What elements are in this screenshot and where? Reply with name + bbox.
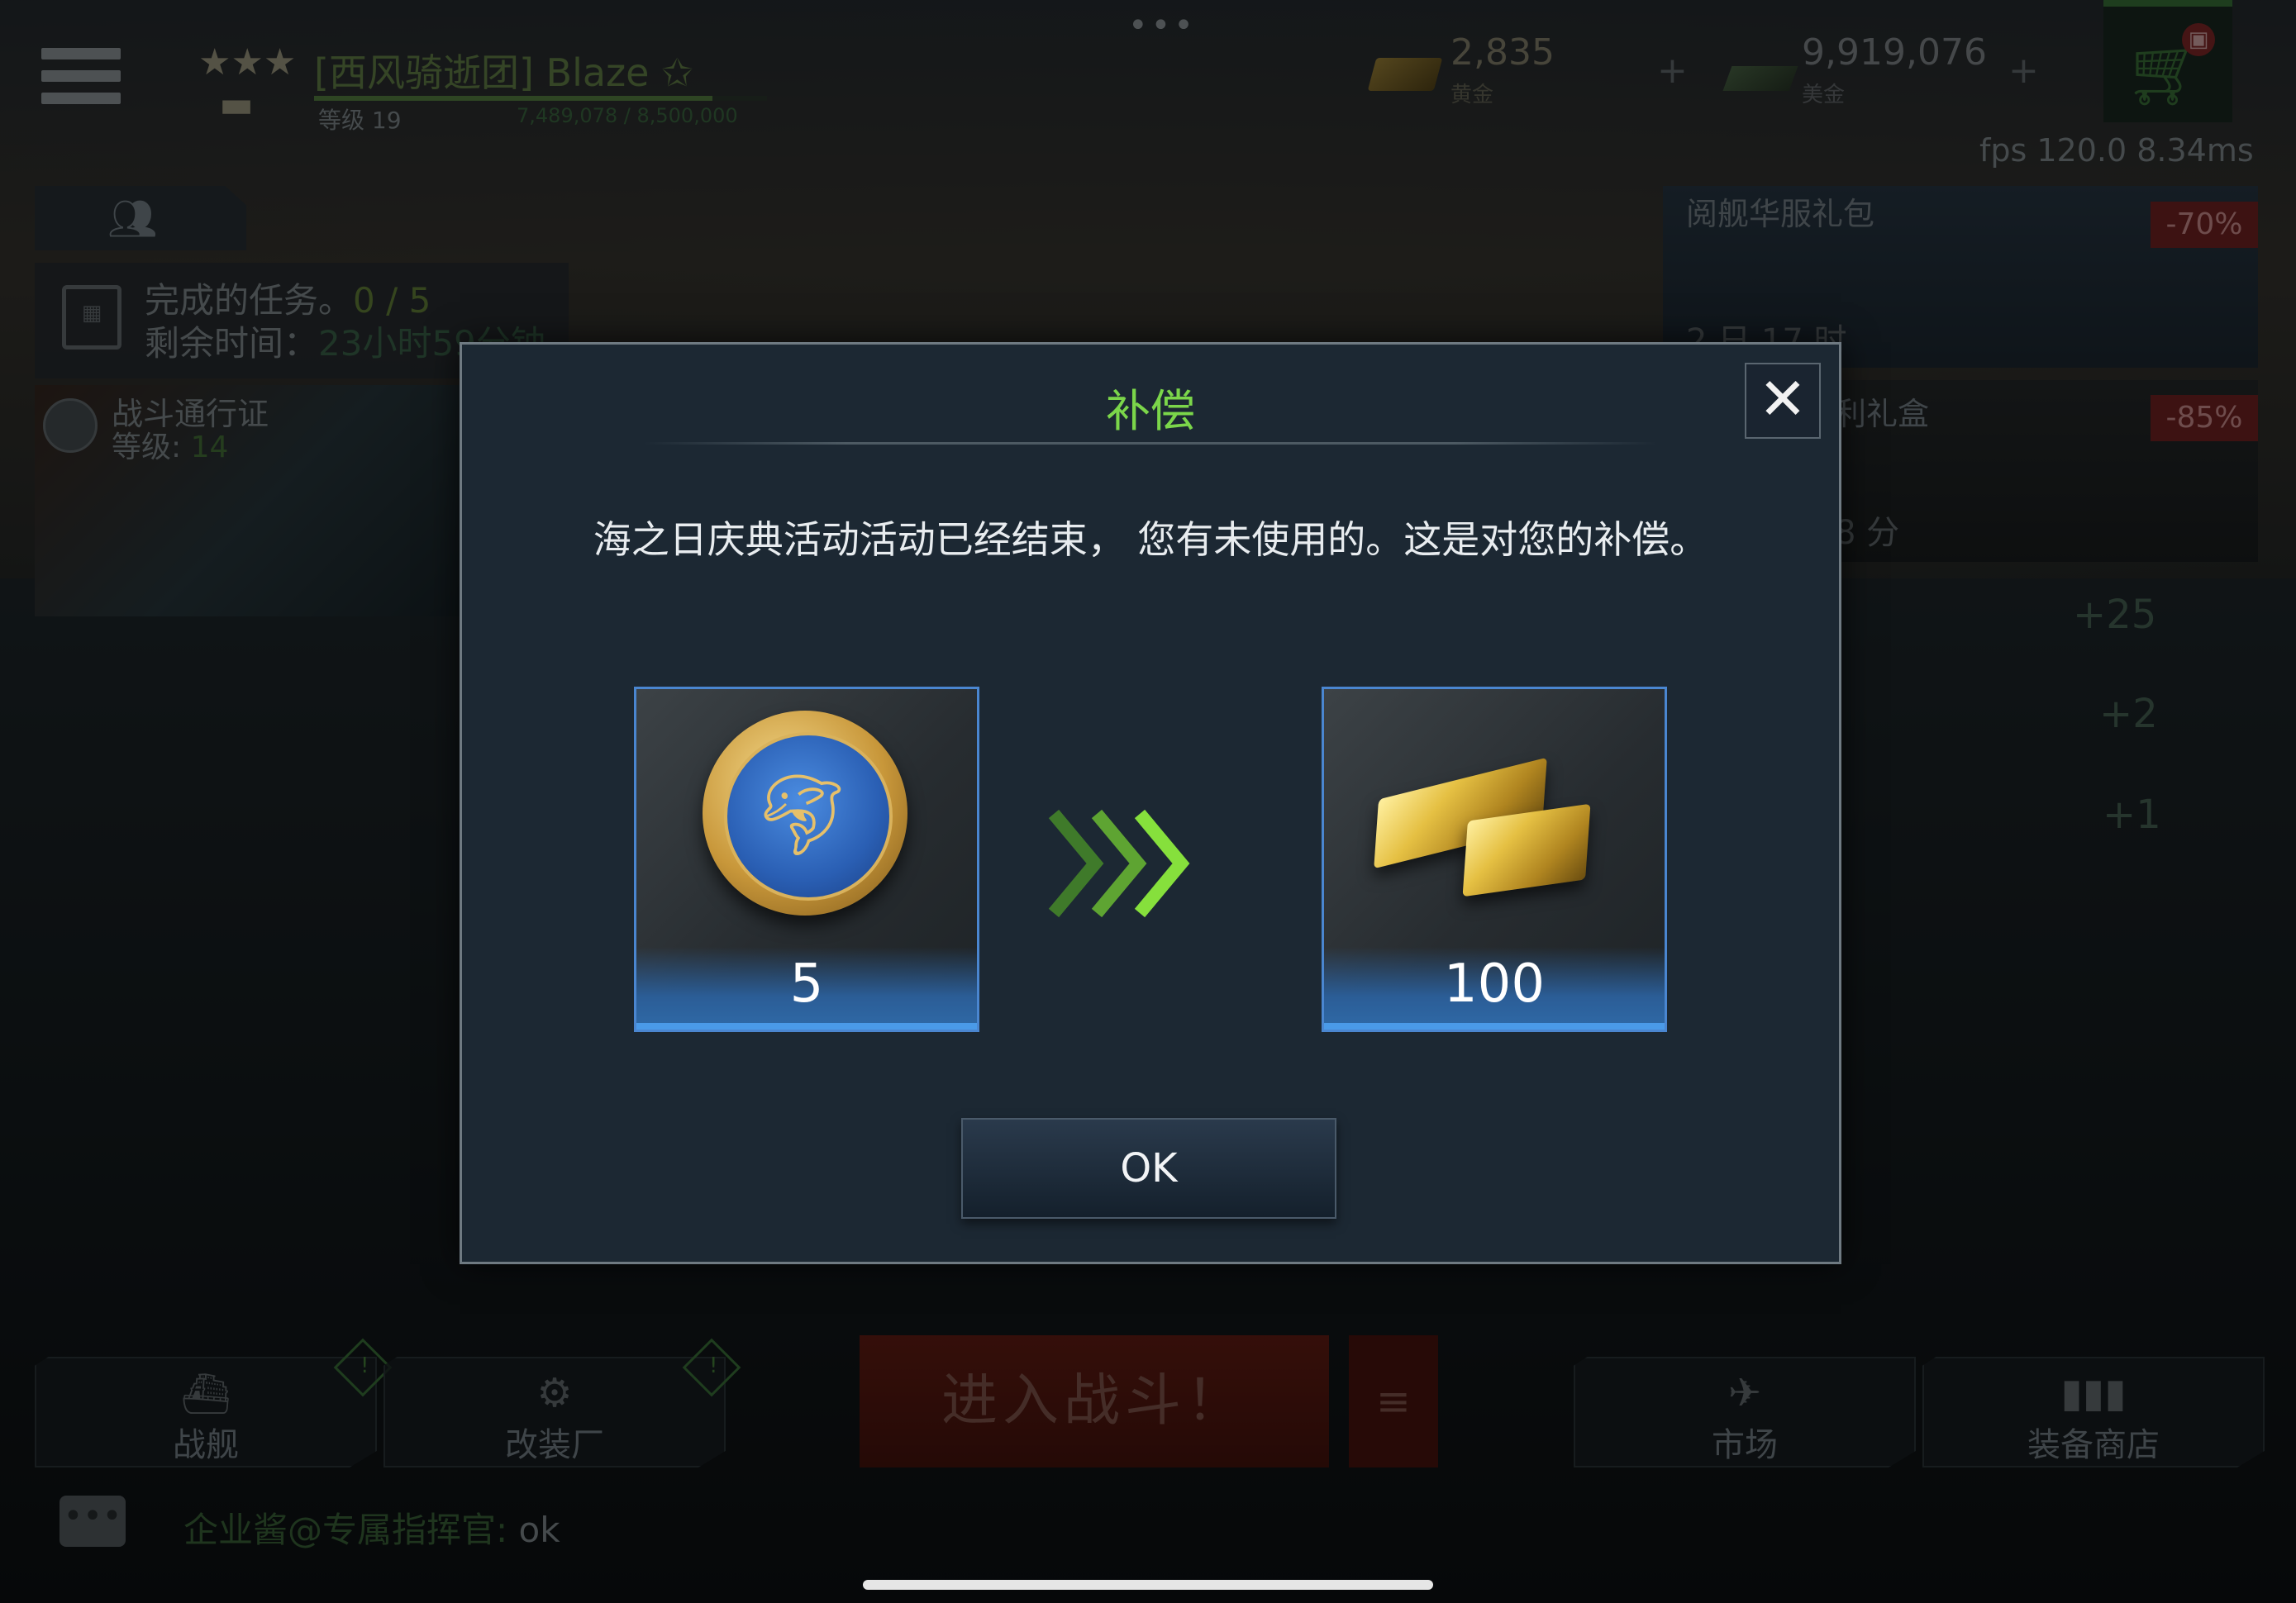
reward-item-count: 100 <box>1443 954 1546 1015</box>
compensation-dialog: 补偿 ✕ 海之日庆典活动活动已经结束， 您有未使用的。这是对您的补偿。 🐬︎ 5… <box>460 342 1841 1264</box>
source-item-count: 5 <box>789 954 824 1015</box>
close-button[interactable]: ✕ <box>1745 363 1821 439</box>
close-icon: ✕ <box>1758 365 1808 433</box>
home-indicator[interactable] <box>863 1580 1433 1590</box>
gold-bars-icon <box>1374 730 1622 912</box>
source-item-card: 🐬︎ 5 <box>634 687 979 1032</box>
reward-item-card: 100 <box>1322 687 1667 1032</box>
dolphin-medal-icon: 🐬︎ <box>703 711 907 916</box>
dialog-message: 海之日庆典活动活动已经结束， 您有未使用的。这是对您的补偿。 <box>593 517 1708 562</box>
ok-button[interactable]: OK <box>961 1118 1336 1219</box>
dialog-title: 补偿 <box>1106 385 1195 437</box>
ok-button-label: OK <box>1120 1145 1178 1192</box>
convert-arrows-icon <box>1048 809 1190 918</box>
title-divider <box>644 442 1657 445</box>
